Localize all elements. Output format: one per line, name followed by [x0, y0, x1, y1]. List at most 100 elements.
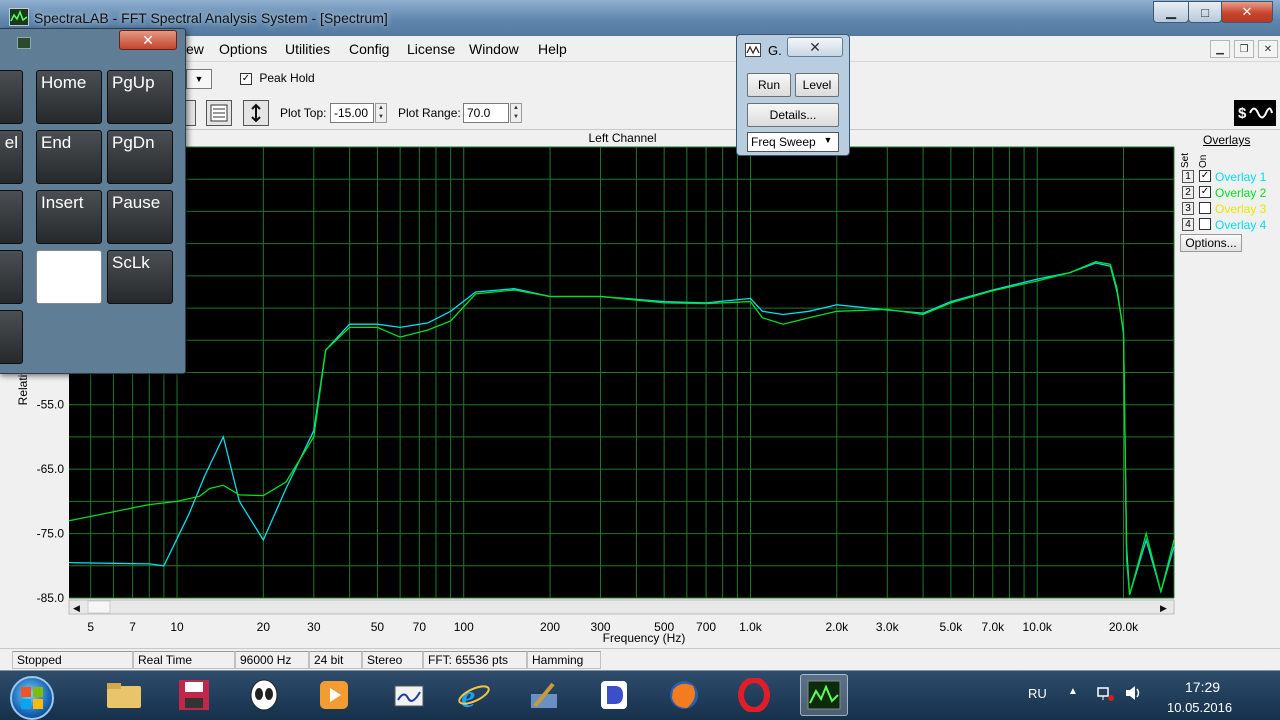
menu-bar: ew Options Utilities Config License Wind… [0, 36, 1280, 62]
key-insert[interactable]: Insert [36, 190, 102, 244]
tray-expand-icon[interactable]: ▲ [1068, 686, 1078, 697]
key-sclk[interactable]: ScLk [107, 250, 173, 304]
dropdown-arrow-icon[interactable]: ▼ [186, 69, 212, 89]
key-partial-del[interactable]: el [0, 130, 23, 184]
generator-close-button[interactable]: ✕ [787, 37, 843, 57]
status-state: Stopped [12, 651, 133, 669]
keyboard-close-button[interactable]: ✕ [119, 30, 177, 50]
plot-settings-icon[interactable] [206, 100, 232, 126]
vertical-scale-icon[interactable] [243, 100, 269, 126]
status-window-function: Hamming [527, 651, 601, 669]
peak-hold-checkbox[interactable]: ✓ Peak Hold [240, 71, 315, 85]
plot-top-label: Plot Top: [280, 106, 327, 120]
overlay-set-button[interactable]: 2 [1182, 186, 1194, 199]
menu-help[interactable]: Help [538, 41, 567, 57]
file-explorer-icon[interactable] [100, 674, 148, 716]
spectralab-taskbar-icon[interactable] [800, 674, 848, 716]
generator-level-button[interactable]: Level [795, 73, 839, 97]
minimize-button[interactable]: ▁ [1153, 1, 1189, 23]
internet-explorer-icon[interactable]: e [450, 674, 498, 716]
scroll-right-icon[interactable]: ▶ [1160, 603, 1167, 613]
key-pgup[interactable]: PgUp [107, 70, 173, 124]
peak-hold-check[interactable]: ✓ [240, 72, 252, 85]
overlay-label: Overlay 2 [1215, 186, 1267, 200]
alien-app-icon[interactable] [240, 674, 288, 716]
status-channels: Stereo [362, 651, 423, 669]
mdi-close-button[interactable]: ✕ [1258, 40, 1278, 58]
network-icon[interactable] [1096, 684, 1116, 705]
peak-hold-label: Peak Hold [259, 71, 315, 85]
x-tick-label: 20.0k [1109, 620, 1139, 634]
menu-license[interactable]: License [407, 41, 455, 57]
generator-mode-value: Freq Sweep [751, 135, 816, 149]
generator-details-button[interactable]: Details... [747, 103, 839, 127]
generator-mode-select[interactable]: Freq Sweep ▼ [747, 132, 839, 152]
chevron-down-icon[interactable]: ▼ [820, 135, 836, 149]
svg-text:$: $ [1238, 105, 1247, 122]
plot-top-input[interactable]: -15.00 [330, 103, 374, 123]
generator-title: G. [768, 43, 782, 58]
clock-time[interactable]: 17:29 [1185, 679, 1220, 695]
daemon-tools-icon[interactable] [590, 674, 638, 716]
firefox-icon[interactable] [660, 674, 708, 716]
overlay-on-checkbox[interactable]: ✓ [1199, 170, 1211, 182]
x-tick-label: 10.0k [1023, 620, 1053, 634]
key-pgdn[interactable]: PgDn [107, 130, 173, 184]
key-home[interactable]: Home [36, 70, 102, 124]
volume-icon[interactable] [1124, 684, 1144, 705]
keyboard-app-icon [17, 37, 31, 49]
y-tick-label: -75.0 [37, 527, 65, 541]
menu-utilities[interactable]: Utilities [285, 41, 330, 57]
plot-range-input[interactable]: 70.0 [463, 103, 509, 123]
signature-tool-icon[interactable] [385, 674, 433, 716]
x-tick-label: 5 [87, 620, 94, 634]
overlays-panel: Overlays Set On 1 ✓ Overlay 1 2 ✓ Overlay 2 3 O… [1178, 132, 1278, 262]
language-indicator[interactable]: RU [1028, 686, 1047, 701]
key-partial-4[interactable] [0, 250, 23, 304]
title-bar: SpectraLAB - FFT Spectral Analysis Syste… [0, 0, 1280, 36]
x-tick-label: 3.0k [876, 620, 900, 634]
overlay-set-button[interactable]: 4 [1182, 218, 1194, 231]
plot-range-label: Plot Range: [398, 106, 461, 120]
horizontal-scrollbar[interactable] [68, 599, 1175, 615]
tools-app-icon[interactable] [520, 674, 568, 716]
key-partial-3[interactable] [0, 190, 23, 244]
mdi-minimize-button[interactable]: ▁ [1210, 40, 1230, 58]
scroll-left-icon[interactable]: ◀ [73, 603, 80, 613]
overlay-row: 4 Overlay 4 [1182, 218, 1278, 233]
opera-icon[interactable] [730, 674, 778, 716]
plot-range-spinner[interactable]: ▲ ▼ [510, 103, 522, 123]
overlay-set-button[interactable]: 3 [1182, 202, 1194, 215]
y-tick-label: -55.0 [37, 398, 65, 412]
clock-date[interactable]: 10.05.2016 [1167, 700, 1232, 715]
mdi-restore-button[interactable]: ❐ [1234, 40, 1254, 58]
status-bit-depth: 24 bit [309, 651, 362, 669]
overlay-on-checkbox[interactable] [1199, 202, 1211, 214]
toolbar-row-1: ▼ ✓ Peak Hold [0, 62, 1280, 96]
save-disk-icon[interactable] [170, 674, 218, 716]
maximize-button[interactable]: □ [1188, 1, 1222, 23]
close-button[interactable]: ✕ [1221, 1, 1273, 23]
menu-config[interactable]: Config [349, 41, 389, 57]
key-pause[interactable]: Pause [107, 190, 173, 244]
menu-options[interactable]: Options [219, 41, 267, 57]
key-partial-5[interactable] [0, 310, 23, 364]
toolbar-partial-icon[interactable] [186, 100, 196, 126]
generator-run-button[interactable]: Run [747, 73, 791, 97]
signal-generator-icon[interactable]: $ [1234, 100, 1276, 126]
media-player-icon[interactable] [310, 674, 358, 716]
windows-start-button[interactable] [10, 676, 54, 720]
overlay-set-button[interactable]: 1 [1182, 170, 1194, 183]
scrollbar-thumb[interactable] [87, 600, 111, 614]
key-partial-1[interactable] [0, 70, 23, 124]
overlays-options-button[interactable]: Options... [1180, 234, 1242, 252]
status-mode: Real Time [133, 651, 235, 669]
x-tick-label: 7 [129, 620, 136, 634]
overlay-on-checkbox[interactable] [1199, 218, 1211, 230]
menu-view[interactable]: ew [186, 41, 204, 57]
plot-top-spinner[interactable]: ▲ ▼ [375, 103, 387, 123]
overlay-on-checkbox[interactable]: ✓ [1199, 186, 1211, 198]
key-blank[interactable] [36, 250, 102, 304]
menu-window[interactable]: Window [469, 41, 519, 57]
key-end[interactable]: End [36, 130, 102, 184]
